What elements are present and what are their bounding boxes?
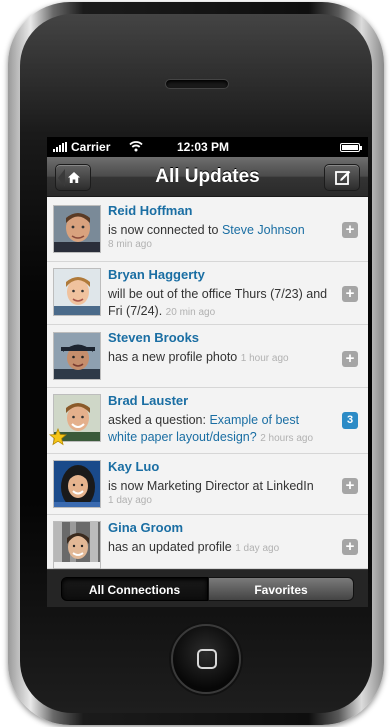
avatar [53,205,101,253]
home-square-icon [197,649,217,669]
compose-button[interactable] [324,164,360,191]
connection-name[interactable]: Reid Hoffman [108,203,193,218]
add-comment-button[interactable]: + [342,351,358,367]
answer-count-badge[interactable]: 3 [342,412,358,429]
connection-name[interactable]: Bryan Haggerty [108,267,205,282]
carrier-label: Carrier [71,140,111,154]
connection-name[interactable]: Kay Luo [108,459,159,474]
avatar [53,460,101,508]
time-ago: 20 min ago [165,307,216,318]
avatar [53,332,101,380]
add-comment-button[interactable]: + [342,478,358,494]
update-row-reid-hoffman[interactable]: Reid Hoffman is now connected to Steve J… [47,198,368,262]
time-ago: 1 hour ago [240,353,289,364]
add-comment-button[interactable]: + [342,222,358,238]
update-text: has an updated profile 1 day ago [108,539,330,557]
time-ago: 8 min ago [108,239,152,250]
update-text: is now connected to Steve Johnson 8 min … [108,222,330,251]
connection-name[interactable]: Gina Groom [108,520,183,535]
update-description: will be out of the office Thurs (7/23) a… [108,287,328,318]
update-description: is now connected to [108,223,222,237]
update-text: has a new profile photo 1 hour ago [108,349,330,367]
update-text: will be out of the office Thurs (7/23) a… [108,286,330,321]
time-ago: 1 day ago [108,495,152,506]
update-description: has a new profile photo [108,350,238,364]
compose-icon [335,170,351,185]
time-ago: 2 hours ago [260,433,314,444]
update-row-bryan-haggerty[interactable]: Bryan Haggerty will be out of the office… [47,262,368,325]
avatar [53,521,101,569]
connection-link[interactable]: Steve Johnson [222,223,305,237]
hardware-home-button[interactable] [171,624,241,694]
connection-name[interactable]: Steven Brooks [108,330,199,345]
favorite-star-icon [49,428,67,446]
add-comment-button[interactable]: + [342,286,358,302]
wifi-icon [129,141,143,152]
updates-list: Reid Hoffman is now connected to Steve J… [47,198,368,569]
update-description: asked a question: [108,413,210,427]
connection-name[interactable]: Brad Lauster [108,393,188,408]
segmented-tab-bar: All Connections Favorites [47,569,368,607]
update-text: asked a question: Example of best white … [108,412,330,447]
update-row-steven-brooks[interactable]: Steven Brooks has a new profile photo 1 … [47,325,368,388]
time-ago: 1 day ago [235,543,280,554]
earpiece-speaker [165,79,229,89]
update-row-gina-groom[interactable]: Gina Groom has an updated profile 1 day … [47,515,368,569]
add-comment-button[interactable]: + [342,539,358,555]
phone-glare [20,14,372,134]
update-row-brad-lauster[interactable]: Brad Lauster asked a question: Example o… [47,388,368,454]
tab-favorites[interactable]: Favorites [208,577,354,601]
battery-icon [340,143,362,152]
navigation-bar: All Updates [47,157,368,197]
update-description: is now Marketing Director at LinkedIn [108,479,314,493]
avatar [53,268,101,316]
page-title: All Updates [155,166,260,187]
update-description: has an updated profile [108,540,232,554]
update-text: is now Marketing Director at LinkedIn 1 … [108,478,330,507]
signal-icon [53,142,69,152]
clock: 12:03 PM [177,140,230,154]
app-screen: Carrier 12:03 PM All Updates Reid Hoffma… [47,137,368,607]
tab-all-connections[interactable]: All Connections [61,577,208,601]
update-row-kay-luo[interactable]: Kay Luo is now Marketing Director at Lin… [47,454,368,515]
status-bar: Carrier 12:03 PM [47,137,368,157]
